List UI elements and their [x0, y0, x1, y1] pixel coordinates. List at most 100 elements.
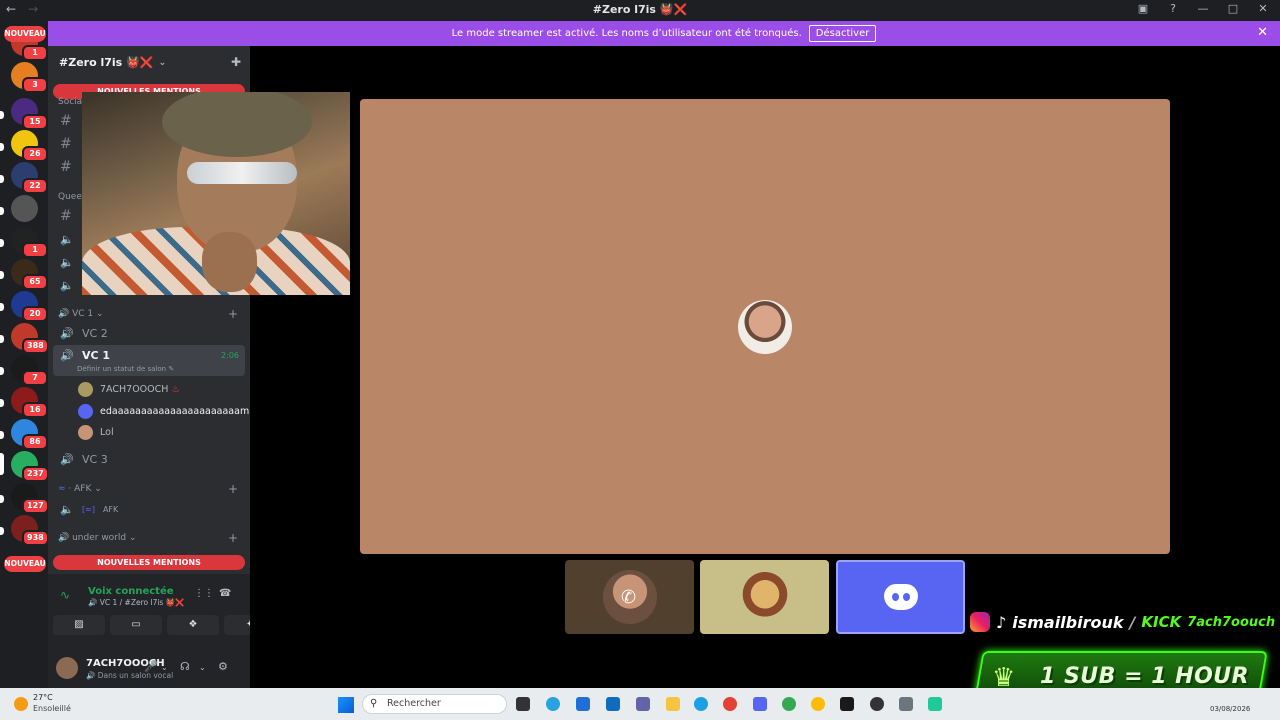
voice-connected-panel: ∿ Voix connectée 🔊 VC 1 / #Zero l7is 👹❌ …	[48, 574, 250, 688]
noise-suppression-icon[interactable]: ⋮⋮	[194, 588, 214, 599]
speaker-icon: 🔊	[88, 598, 98, 607]
server-emojis: 👹❌	[165, 598, 185, 607]
new-mentions-bottom[interactable]: NOUVELLES MENTIONS	[53, 555, 245, 570]
disable-streamer-mode-button[interactable]: Désactiver	[808, 25, 877, 42]
participant-tile[interactable]	[700, 560, 829, 634]
telegram-icon[interactable]	[546, 697, 560, 711]
voice-member[interactable]: Lol	[78, 425, 114, 440]
close-banner-icon[interactable]: ✕	[1257, 25, 1268, 40]
voice-member[interactable]: edaaaaaaaaaaaaaaaaaaaaaam	[78, 404, 249, 419]
weather-temperature[interactable]: 27°C	[33, 693, 53, 702]
taskbar-search[interactable]: Rechercher	[362, 694, 507, 714]
voice-channel-vc2[interactable]: 🔊 VC 2	[53, 322, 245, 344]
activities-button[interactable]: ❖	[167, 615, 219, 635]
chrome-icon[interactable]	[782, 697, 796, 711]
obs-icon[interactable]	[870, 697, 884, 711]
task-view-icon[interactable]	[516, 697, 530, 711]
file-explorer-icon[interactable]	[666, 697, 680, 711]
hash-icon: #	[60, 159, 72, 175]
gear-icon[interactable]: ⚙	[218, 660, 228, 673]
category-vc[interactable]: 🔊 VC 1 ⌄	[58, 309, 104, 319]
camera-off-button[interactable]: ▨	[53, 615, 105, 635]
participant-tile[interactable]	[836, 560, 965, 634]
create-channel-icon[interactable]: +	[228, 531, 238, 545]
server-icon[interactable]	[11, 195, 38, 222]
chevron-down-icon[interactable]: ⌄	[161, 663, 168, 672]
teams-icon[interactable]	[636, 697, 650, 711]
member-name: Lol	[100, 427, 114, 438]
server-header[interactable]: #Zero l7is 👹❌ ⌄ ✚	[48, 46, 250, 79]
store-icon[interactable]	[576, 697, 590, 711]
voice-location: VC 1 / #Zero l7is	[99, 598, 164, 607]
chevron-down-icon[interactable]: ⌄	[199, 663, 206, 672]
windows-start-icon[interactable]	[338, 697, 354, 713]
speaker-icon: 🔈	[60, 502, 74, 516]
kick-studio-icon[interactable]	[840, 697, 854, 711]
server-badge: 65	[22, 274, 48, 290]
participant-tile[interactable]: ✆	[565, 560, 694, 634]
close-window-icon[interactable]: ✕	[1256, 2, 1270, 15]
member-emoji: ♨	[171, 384, 180, 395]
social-handle: ismailbirouk	[1012, 612, 1124, 632]
minimize-icon[interactable]: —	[1196, 2, 1210, 15]
settings-icon[interactable]	[899, 697, 913, 711]
signal-strength-icon[interactable]: ∿	[60, 588, 70, 602]
voice-connected-subtitle[interactable]: 🔊 VC 1 / #Zero l7is 👹❌	[88, 598, 184, 607]
search-icon: ⚲	[370, 698, 378, 709]
inbox-icon[interactable]: ▣	[1136, 2, 1150, 15]
speaker-icon: 🔈	[60, 278, 74, 292]
set-channel-status[interactable]: Définir un statut de salon ✎	[77, 365, 174, 373]
app-icon[interactable]	[928, 697, 942, 711]
voice-channel-afk[interactable]: 🔈 [≈] AFK	[53, 498, 245, 520]
chrome-icon[interactable]	[723, 697, 737, 711]
user-status-text: Dans un salon vocal	[97, 671, 174, 680]
new-badge-top[interactable]: NOUVEAU	[4, 26, 46, 42]
server-badge: 1	[22, 242, 48, 258]
speaker-icon: 🔊	[60, 326, 74, 340]
edge-icon[interactable]	[694, 697, 708, 711]
invite-people-icon[interactable]: ✚	[231, 55, 241, 69]
separator: /	[1129, 612, 1136, 632]
new-badge-bottom[interactable]: NOUVEAU	[4, 556, 46, 572]
disconnect-icon[interactable]: ☎	[219, 588, 231, 599]
category-under-world[interactable]: 🔊 under world ⌄	[58, 533, 137, 543]
weather-description[interactable]: Ensoleillé	[33, 704, 71, 713]
banner-text: Le mode streamer est activé. Les noms d’…	[451, 28, 802, 39]
discord-logo-icon	[884, 584, 918, 610]
weather-sun-icon[interactable]	[14, 697, 28, 711]
voice-member[interactable]: 7ACH7OOOCH ♨	[78, 382, 180, 397]
create-channel-icon[interactable]: +	[228, 307, 238, 321]
tiktok-icon: ♪	[996, 612, 1007, 632]
channel-label: VC 3	[82, 452, 108, 466]
voice-connected-title[interactable]: Voix connectée	[88, 586, 174, 597]
afk-emoji-icon: [≈]	[82, 504, 95, 514]
soundboard-button[interactable]: ✦	[224, 615, 250, 635]
channel-label: VC 2	[82, 326, 108, 340]
back-arrow-icon[interactable]: ←	[6, 2, 16, 16]
speaker-icon: 🔈	[60, 255, 74, 269]
avatar[interactable]	[56, 657, 78, 679]
outlook-icon[interactable]	[606, 697, 620, 711]
speaker-icon: 🔊	[58, 533, 70, 543]
maximize-icon[interactable]: □	[1226, 2, 1240, 15]
window-title-emojis: 👹❌	[659, 3, 688, 16]
member-name: edaaaaaaaaaaaaaaaaaaaaaam	[100, 406, 250, 417]
voice-stage-main-tile[interactable]	[360, 99, 1170, 554]
chrome-icon[interactable]	[811, 697, 825, 711]
forward-arrow-icon[interactable]: →	[28, 2, 38, 16]
voice-channel-vc3[interactable]: 🔊 VC 3	[53, 448, 245, 470]
streamer-webcam	[82, 92, 350, 295]
microphone-icon[interactable]: 🎤	[144, 660, 158, 673]
create-channel-icon[interactable]: +	[228, 482, 238, 496]
headphones-icon[interactable]: ☊	[180, 660, 190, 673]
help-icon[interactable]: ?	[1166, 2, 1180, 15]
category-afk[interactable]: ≈ · AFK ⌄	[58, 484, 102, 494]
hash-icon: #	[60, 208, 72, 224]
server-badge: 22	[22, 178, 48, 194]
server-badge: 237	[22, 466, 49, 482]
taskbar-date[interactable]: 03/08/2026	[1210, 705, 1250, 713]
phone-icon: ✆	[621, 587, 637, 608]
discord-taskbar-icon[interactable]	[753, 697, 767, 711]
screen-share-button[interactable]: ▭	[110, 615, 162, 635]
avatar	[78, 425, 93, 440]
